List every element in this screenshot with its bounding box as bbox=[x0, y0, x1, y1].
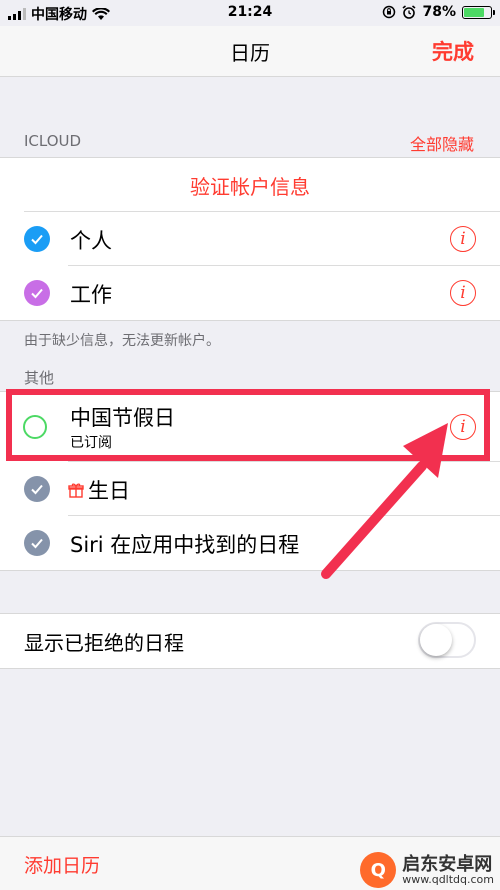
verify-account-row[interactable]: 验证帐户信息 bbox=[0, 158, 500, 212]
calendar-row-siri[interactable]: Siri 在应用中找到的日程 bbox=[0, 516, 500, 570]
account-error-note: 由于缺少信息，无法更新帐户。 bbox=[24, 333, 220, 349]
battery-icon bbox=[462, 5, 495, 19]
page-title: 日历 bbox=[230, 41, 270, 65]
status-bar: 中国移动 21:24 78% bbox=[0, 0, 500, 26]
orientation-lock-icon bbox=[383, 5, 396, 19]
checkmark-icon[interactable] bbox=[24, 226, 50, 252]
info-icon[interactable]: i bbox=[450, 280, 476, 306]
watermark-text: 启东安卓网 www.qdltdq.com bbox=[402, 853, 494, 886]
icloud-section-header: ICLOUD bbox=[24, 132, 82, 150]
watermark-logo-icon: Q bbox=[360, 852, 397, 888]
hide-all-button[interactable]: 全部隐藏 bbox=[410, 131, 474, 155]
annotation-highlight-box bbox=[6, 389, 490, 461]
checkmark-icon[interactable] bbox=[24, 280, 50, 306]
icloud-calendar-group: 验证帐户信息 个人 i 工作 i bbox=[0, 157, 500, 321]
calendar-row-work[interactable]: 工作 i bbox=[0, 266, 500, 320]
calendar-row-personal[interactable]: 个人 i bbox=[0, 212, 500, 266]
verify-account-label: 验证帐户信息 bbox=[190, 175, 310, 199]
watermark-name: 启东安卓网 bbox=[402, 853, 493, 875]
watermark-url: www.qdltdq.com bbox=[402, 872, 494, 886]
show-declined-label: 显示已拒绝的日程 bbox=[24, 631, 184, 655]
calendar-name: Siri 在应用中找到的日程 bbox=[70, 533, 300, 557]
checkmark-icon[interactable] bbox=[24, 530, 50, 556]
calendar-row-birthdays[interactable]: 生日 bbox=[0, 462, 500, 516]
watermark: Q 启东安卓网 www.qdltdq.com bbox=[360, 852, 494, 888]
battery-percent: 78% bbox=[422, 4, 456, 20]
add-calendar-button[interactable]: 添加日历 bbox=[24, 851, 100, 878]
other-section-header: 其他 bbox=[24, 369, 55, 387]
declined-events-group: 显示已拒绝的日程 bbox=[0, 613, 500, 669]
alarm-icon bbox=[402, 5, 416, 19]
battery-fill bbox=[464, 7, 484, 17]
toggle-knob bbox=[420, 624, 452, 656]
navigation-bar: 日历 完成 bbox=[0, 26, 500, 77]
gift-icon bbox=[68, 483, 84, 498]
show-declined-toggle[interactable] bbox=[418, 622, 476, 658]
calendar-name: 工作 bbox=[70, 283, 112, 307]
calendar-name: 个人 bbox=[70, 229, 112, 253]
checkmark-icon[interactable] bbox=[24, 476, 50, 502]
info-icon[interactable]: i bbox=[450, 226, 476, 252]
done-button[interactable]: 完成 bbox=[432, 36, 474, 66]
status-right: 78% bbox=[382, 4, 495, 20]
calendar-name: 生日 bbox=[88, 479, 130, 503]
